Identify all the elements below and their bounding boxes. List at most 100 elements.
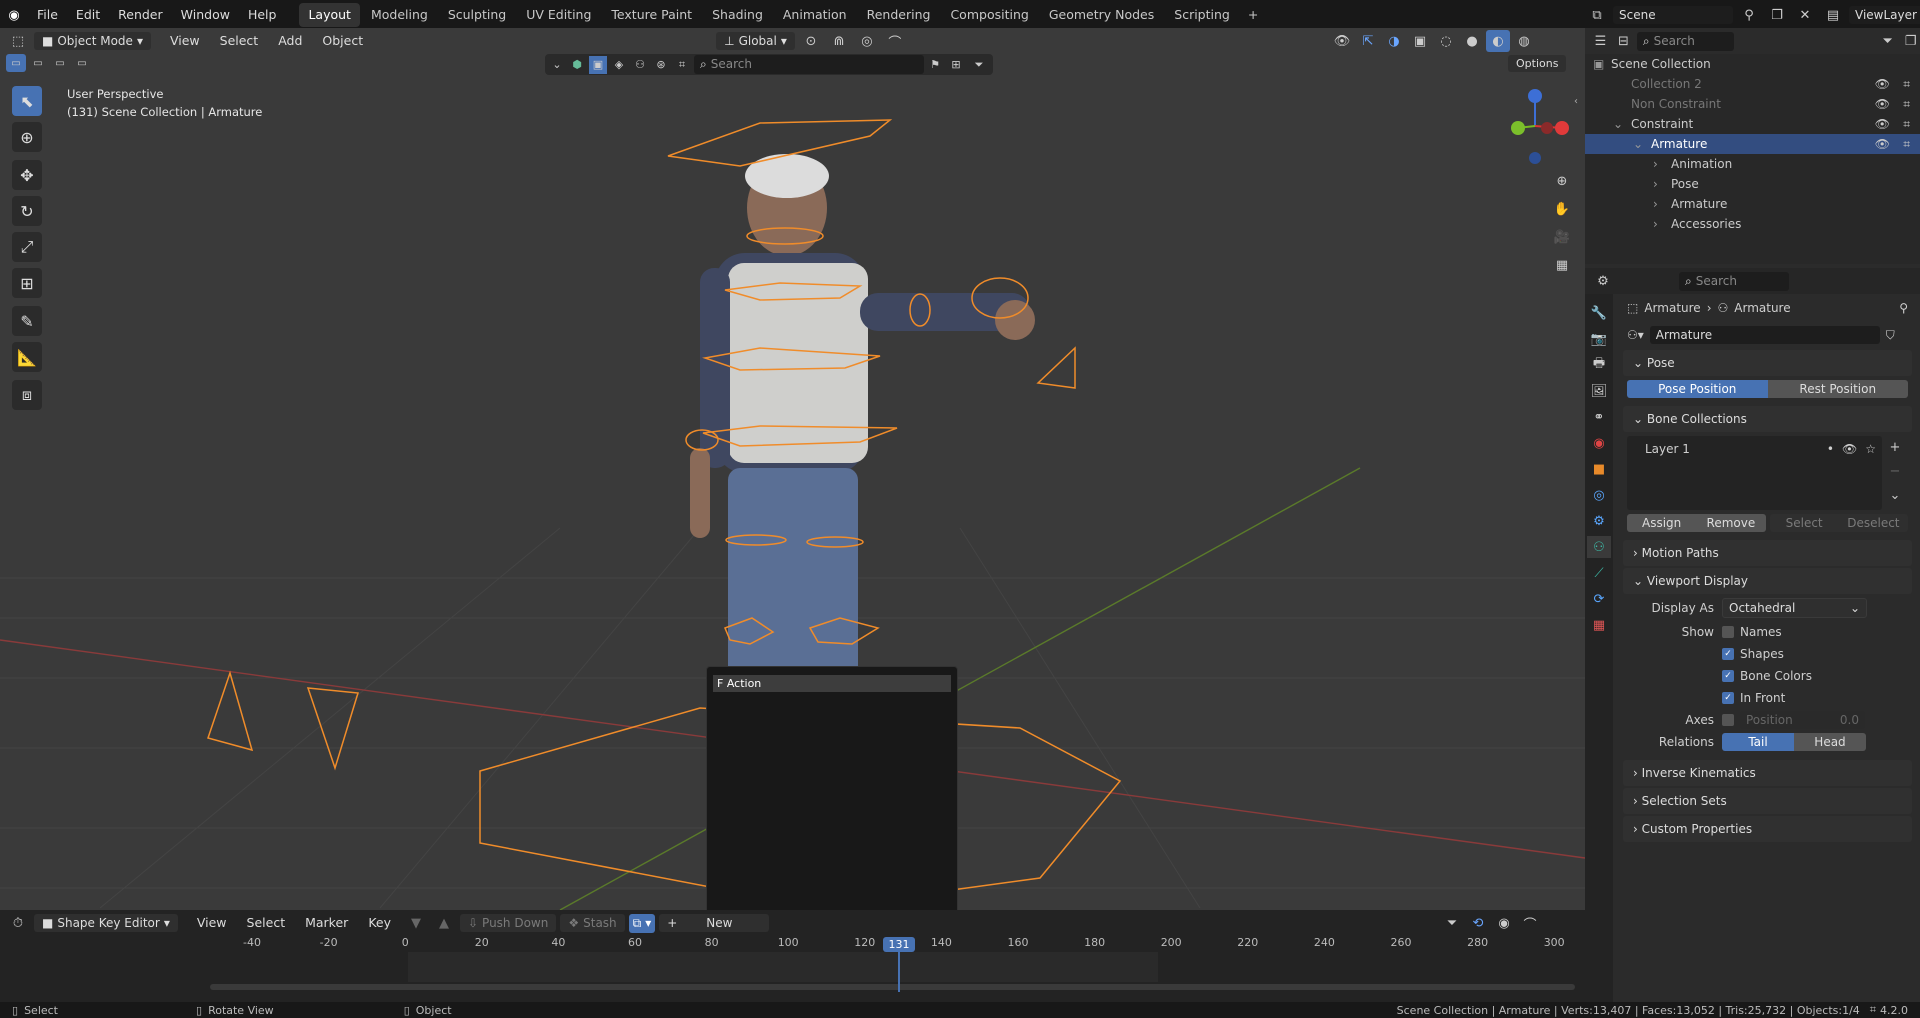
tab-texture-paint[interactable]: Texture Paint <box>602 3 701 27</box>
add-cube-tool-icon[interactable]: ⧈ <box>12 380 42 410</box>
render-camera-icon[interactable]: ⌗ <box>1903 117 1910 132</box>
select-button[interactable]: Select <box>1769 514 1839 532</box>
world-tab-icon[interactable]: ◉ <box>1587 432 1611 454</box>
new-collection-icon[interactable]: ❐ <box>1901 30 1920 52</box>
outliner-row[interactable]: ⌄ Constraint 👁 ⌗ <box>1585 114 1920 134</box>
ortho-grid-icon[interactable]: ▦ <box>1550 254 1574 276</box>
chevron-down-icon[interactable]: ⌄ <box>1613 117 1627 131</box>
motion-paths-panel-header[interactable]: › Motion Paths <box>1623 540 1912 566</box>
datablock-name-field[interactable]: Armature <box>1649 326 1880 344</box>
custom-properties-panel-header[interactable]: › Custom Properties <box>1623 816 1912 842</box>
viewlayer-selector[interactable]: ViewLayer <box>1849 6 1920 24</box>
timeline-menu-select[interactable]: Select <box>238 912 295 934</box>
scene-selector[interactable]: Scene <box>1613 6 1733 24</box>
filter-funnel-icon[interactable]: ⏷ <box>1878 30 1897 52</box>
object-tab-icon[interactable]: ■ <box>1587 458 1611 480</box>
render-camera-icon[interactable]: ⌗ <box>1903 97 1910 112</box>
timeline-menu-marker[interactable]: Marker <box>296 912 357 934</box>
shapes-checkbox[interactable]: ✓ <box>1722 648 1734 660</box>
pin-icon[interactable]: ⚲ <box>1899 301 1908 315</box>
tab-rendering[interactable]: Rendering <box>858 3 940 27</box>
menu-render[interactable]: Render <box>109 0 172 30</box>
cursor-tool-icon[interactable]: ⊕ <box>12 122 42 152</box>
timeline-menu-key[interactable]: Key <box>359 912 400 934</box>
filter-funnel-icon[interactable]: ⏷ <box>1440 912 1464 934</box>
down-arrow-icon[interactable]: ▼ <box>404 912 428 934</box>
eye-icon[interactable]: 👁 <box>1875 137 1890 151</box>
bone-collections-panel-header[interactable]: ⌄ Bone Collections <box>1623 406 1912 432</box>
camera-view-icon[interactable]: 🎥 <box>1550 226 1574 248</box>
in-front-checkbox[interactable]: ✓ <box>1722 692 1734 704</box>
tab-shading[interactable]: Shading <box>703 3 772 27</box>
inverse-kinematics-panel-header[interactable]: › Inverse Kinematics <box>1623 760 1912 786</box>
pose-panel-header[interactable]: ⌄ Pose <box>1623 350 1912 376</box>
constraints-tab-icon[interactable]: ⚙ <box>1587 510 1611 532</box>
outliner-row[interactable]: › Pose <box>1585 174 1920 194</box>
chevron-right-icon[interactable]: › <box>1653 197 1667 211</box>
action-browse-button[interactable]: ⧉ ▾ <box>628 913 656 933</box>
tool-tab-icon[interactable]: 🔧 <box>1587 302 1611 324</box>
bone-tab-icon[interactable]: ⟋ <box>1587 562 1611 584</box>
timeline-editor[interactable]: ⏱ ■ Shape Key Editor ▾ View Select Marker Ke… <box>0 910 1585 1004</box>
physics-tab-icon[interactable]: ◎ <box>1587 484 1611 506</box>
pan-hand-icon[interactable]: ✋ <box>1550 198 1574 220</box>
eye-icon[interactable]: 👁 <box>1842 442 1857 456</box>
bone-constraint-tab-icon[interactable]: ⟳ <box>1587 588 1611 610</box>
armature-data-browse-icon[interactable]: ⚇▾ <box>1627 328 1644 342</box>
render-camera-icon[interactable]: ⌗ <box>1903 77 1910 92</box>
render-camera-icon[interactable]: ⌗ <box>1903 137 1910 152</box>
action-item[interactable]: F Action <box>713 675 951 692</box>
sidebar-toggle-icon[interactable]: ‹ <box>1574 96 1578 107</box>
tab-layout[interactable]: Layout <box>299 3 360 27</box>
outliner-row[interactable]: Non Constraint 👁 ⌗ <box>1585 94 1920 114</box>
collection-icon[interactable]: ▣ <box>1593 57 1607 71</box>
chevron-down-icon[interactable]: ⌄ <box>1633 137 1647 151</box>
outliner-editor-type-icon[interactable]: ☰ <box>1591 30 1610 52</box>
names-checkbox[interactable] <box>1722 626 1734 638</box>
armature-data-tab-icon[interactable]: ⚇ <box>1587 536 1611 558</box>
viewport-display-panel-header[interactable]: ⌄ Viewport Display <box>1623 568 1912 594</box>
layer-row[interactable]: Layer 1 • 👁 ☆ <box>1633 442 1876 456</box>
menu-file[interactable]: File <box>28 0 67 30</box>
transform-tool-icon[interactable]: ⊞ <box>12 268 42 298</box>
tab-scripting[interactable]: Scripting <box>1165 3 1239 27</box>
texture-tab-icon[interactable]: ▦ <box>1587 614 1611 636</box>
display-mode-icon[interactable]: ⊟ <box>1614 30 1633 52</box>
measure-tool-icon[interactable]: 📐 <box>12 342 42 372</box>
properties-editor-type-icon[interactable]: ⚙ <box>1591 270 1615 292</box>
tab-sculpting[interactable]: Sculpting <box>439 3 515 27</box>
properties-search-input[interactable]: ⌕ Search <box>1679 271 1789 291</box>
tab-modeling[interactable]: Modeling <box>362 3 437 27</box>
chevron-right-icon[interactable]: › <box>1653 157 1667 171</box>
eye-icon[interactable]: 👁 <box>1875 117 1890 131</box>
up-arrow-icon[interactable]: ▲ <box>432 912 456 934</box>
outliner-row[interactable]: › Accessories <box>1585 214 1920 234</box>
zoom-icon[interactable]: ⊕ <box>1550 170 1574 192</box>
editor-mode-selector[interactable]: ■ Shape Key Editor ▾ <box>34 914 178 932</box>
new-scene-icon[interactable]: ❐ <box>1765 4 1789 26</box>
current-frame-indicator[interactable]: 131 <box>883 937 915 952</box>
outliner-row[interactable]: ⌄ Armature 👁 ⌗ <box>1585 134 1920 154</box>
rotate-tool-icon[interactable]: ↻ <box>12 196 42 226</box>
rest-position-button[interactable]: Rest Position <box>1767 380 1908 398</box>
select-tool-icon[interactable]: ⬉ <box>12 86 42 116</box>
head-button[interactable]: Head <box>1794 733 1866 751</box>
delete-scene-icon[interactable]: ✕ <box>1793 4 1817 26</box>
display-as-dropdown[interactable]: Octahedral ⌄ <box>1722 598 1867 618</box>
menu-window[interactable]: Window <box>172 0 239 30</box>
tab-geometry-nodes[interactable]: Geometry Nodes <box>1040 3 1163 27</box>
chevron-right-icon[interactable]: › <box>1653 217 1667 231</box>
outliner-row[interactable]: ▣ Scene Collection <box>1585 54 1920 74</box>
bone-colors-checkbox[interactable]: ✓ <box>1722 670 1734 682</box>
add-collection-icon[interactable]: + <box>1883 436 1907 458</box>
tab-animation[interactable]: Animation <box>774 3 856 27</box>
pin-icon[interactable]: ⚲ <box>1737 4 1761 26</box>
add-workspace-button[interactable]: + <box>1239 3 1267 27</box>
tail-button[interactable]: Tail <box>1722 733 1794 751</box>
eye-icon[interactable]: 👁 <box>1875 77 1890 91</box>
scale-tool-icon[interactable]: ⤢ <box>12 232 42 262</box>
viewlayer-icon[interactable]: ▤ <box>1821 4 1845 26</box>
push-down-button[interactable]: ⇩ Push Down <box>459 914 557 932</box>
deselect-button[interactable]: Deselect <box>1838 514 1908 532</box>
timeline-editor-type-icon[interactable]: ⏱ <box>6 912 30 934</box>
